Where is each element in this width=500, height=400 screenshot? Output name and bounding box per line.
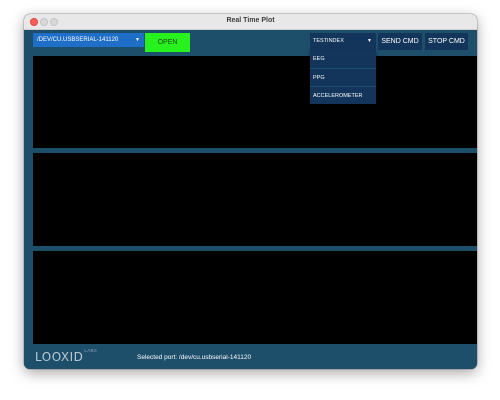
plot-panel-3 [33,251,477,344]
plot-panel-1 [33,56,477,148]
app-window: Real Time Plot /DEV/CU.USBSERIAL-141120 … [24,14,477,369]
title-bar: Real Time Plot [24,14,477,30]
command-select[interactable]: TESTINDEX ▼ [310,33,376,50]
command-dropdown-menu: EEG PPG ACCELEROMETER [310,50,376,104]
window-title: Real Time Plot [226,17,275,24]
plot-panel-2 [33,153,477,246]
command-select-value: TESTINDEX [313,38,344,44]
dropdown-item-ppg[interactable]: PPG [310,68,376,86]
port-select[interactable]: /DEV/CU.USBSERIAL-141120 ▼ [33,33,144,47]
footer: LOOXIDLABS Selected port: /dev/cu.usbser… [24,344,477,369]
logo-sub-text: LABS [84,348,98,353]
chevron-down-icon: ▼ [367,38,372,44]
dropdown-item-accelerometer[interactable]: ACCELEROMETER [310,86,376,104]
logo-main-text: LOOXID [35,350,84,364]
open-button[interactable]: OPEN [145,33,190,52]
port-select-value: /DEV/CU.USBSERIAL-141120 [37,37,119,43]
dropdown-item-eeg[interactable]: EEG [310,50,376,68]
logo: LOOXIDLABS [35,348,98,364]
send-cmd-button[interactable]: SEND CMD [378,33,422,50]
selected-port-status: Selected port: /dev/cu.usbserial-141120 [137,354,252,361]
stop-cmd-button[interactable]: STOP CMD [425,33,468,50]
chevron-down-icon: ▼ [135,37,140,43]
